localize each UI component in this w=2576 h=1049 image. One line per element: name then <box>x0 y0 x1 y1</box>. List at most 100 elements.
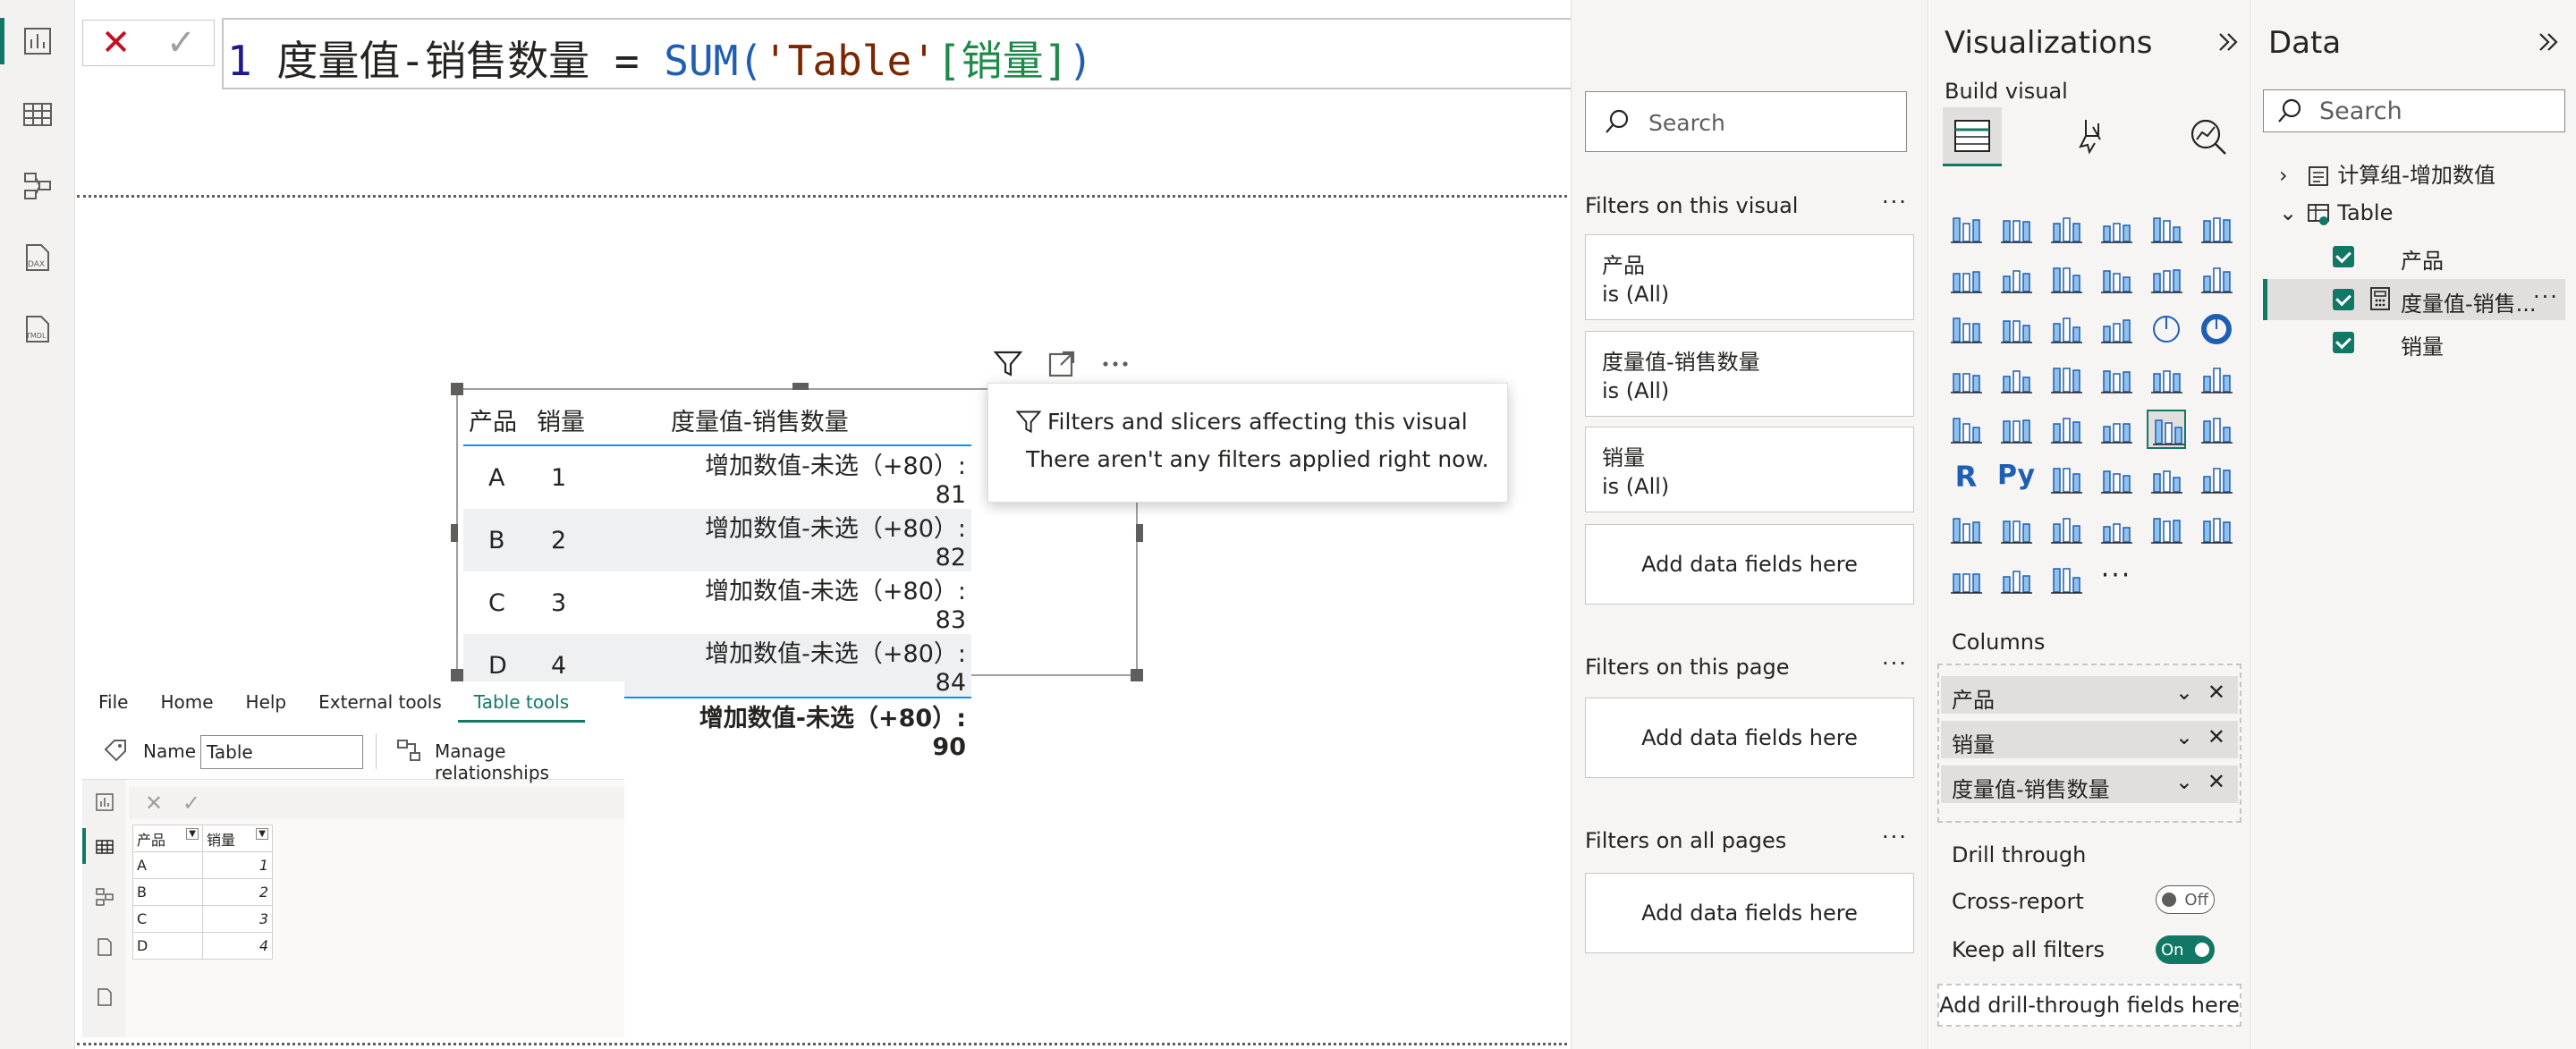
report-view-button[interactable] <box>13 16 63 66</box>
field-label-sales[interactable]: 销量 <box>2401 329 2444 360</box>
decomposition-tree-icon[interactable] <box>2097 460 2136 499</box>
python-visual-icon[interactable]: Py <box>1996 460 2036 499</box>
remove-field-icon[interactable]: ✕ <box>2207 769 2225 794</box>
more-visuals-icon[interactable]: ··· <box>2097 560 2136 599</box>
resize-handle-left[interactable] <box>451 524 458 542</box>
funnel-chart-icon[interactable] <box>2046 309 2086 349</box>
qa-visual-icon[interactable] <box>2147 460 2186 499</box>
remove-field-icon[interactable]: ✕ <box>2207 680 2225 705</box>
commit-formula-button[interactable]: ✓ <box>148 21 214 65</box>
field-label-product[interactable]: 产品 <box>2401 243 2444 275</box>
build-visual-tab[interactable] <box>1943 107 2002 166</box>
table-view-button[interactable] <box>13 89 63 140</box>
tmdl-view-button[interactable]: TMDL <box>13 304 63 354</box>
dax-query-view-button[interactable]: DAX <box>13 233 63 283</box>
table-name-input[interactable]: Table <box>200 735 363 769</box>
matrix-icon[interactable] <box>2197 410 2236 449</box>
collapse-data-button[interactable] <box>2533 27 2563 61</box>
waterfall-chart-icon[interactable] <box>1996 309 2036 349</box>
line-chart-icon[interactable] <box>1946 259 1986 299</box>
filled-map-icon[interactable] <box>2046 360 2086 399</box>
keep-all-filters-toggle[interactable]: On <box>2156 935 2215 964</box>
column-header-measure[interactable]: 度量值-销售数量 <box>665 395 971 446</box>
button-slicer-icon[interactable] <box>2197 510 2236 549</box>
clustered-column-chart-icon[interactable] <box>2097 209 2136 249</box>
grid-cell[interactable]: 4 <box>202 932 273 960</box>
manage-relationships-button[interactable]: Manage relationships <box>435 740 624 783</box>
pie-chart-icon[interactable] <box>2147 309 2186 349</box>
filters-on-page-more-button[interactable]: ··· <box>1882 651 1908 676</box>
chevron-right-icon[interactable]: › <box>2279 163 2299 188</box>
chevron-down-icon[interactable]: ⌄ <box>2279 200 2299 225</box>
kpi-icon[interactable] <box>2046 410 2086 449</box>
field-checkbox-product[interactable] <box>2333 246 2354 267</box>
treemap-icon[interactable] <box>1946 360 1986 399</box>
reference-layer-icon[interactable] <box>2147 510 2186 549</box>
column-field-product[interactable]: 产品 ⌄ ✕ <box>1941 676 2238 714</box>
tab-external-tools[interactable]: External tools <box>302 691 458 713</box>
grid-cell[interactable]: A <box>132 851 203 879</box>
line-stacked-column-chart-icon[interactable] <box>2197 259 2236 299</box>
resize-handle-bottom-right[interactable] <box>1131 669 1143 681</box>
card-icon[interactable] <box>1946 410 1986 449</box>
filters-on-visual-more-button[interactable]: ··· <box>1882 190 1908 215</box>
get-more-visuals-icon[interactable] <box>2046 560 2086 599</box>
100-stacked-bar-chart-icon[interactable] <box>2147 209 2186 249</box>
resize-handle-right[interactable] <box>1136 524 1143 542</box>
narrative-icon[interactable] <box>2197 460 2236 499</box>
collapse-visualizations-button[interactable] <box>2213 27 2243 61</box>
filter-card-measure[interactable]: 度量值-销售数量 is (All) <box>1585 331 1914 417</box>
column-field-sales[interactable]: 销量 ⌄ ✕ <box>1941 721 2238 758</box>
card-new-icon[interactable] <box>2046 510 2086 549</box>
stacked-area-chart-icon[interactable] <box>2046 259 2086 299</box>
slicer-icon[interactable] <box>2097 410 2136 449</box>
column-field-measure[interactable]: 度量值-销售数量 ⌄ ✕ <box>1941 766 2238 803</box>
multi-row-card-icon[interactable] <box>1996 410 2036 449</box>
donut-chart-icon[interactable] <box>2197 309 2236 349</box>
grid-cell[interactable]: 1 <box>202 851 273 879</box>
power-apps-icon[interactable] <box>1946 560 1986 599</box>
azure-map-icon[interactable] <box>2147 360 2186 399</box>
key-influencers-icon[interactable] <box>2046 460 2086 499</box>
r-visual-icon[interactable]: R <box>1946 460 1986 499</box>
field-checkbox-sales[interactable] <box>2333 332 2354 353</box>
cancel-formula-button[interactable]: ✕ <box>83 21 148 65</box>
focus-mode-button[interactable] <box>1045 347 1079 381</box>
field-checkbox-measure[interactable] <box>2333 289 2354 310</box>
filter-card-product[interactable]: 产品 is (All) <box>1585 234 1914 320</box>
area-chart-icon[interactable] <box>1996 259 2036 299</box>
remove-field-icon[interactable]: ✕ <box>2207 724 2225 749</box>
tab-table-tools[interactable]: Table tools <box>457 681 586 723</box>
filters-on-all-pages-more-button[interactable]: ··· <box>1882 825 1908 850</box>
power-automate-icon[interactable] <box>1996 560 2036 599</box>
table-icon[interactable] <box>2147 410 2186 449</box>
filter-dropdown-icon[interactable]: ▼ <box>186 827 199 840</box>
data-search-input[interactable]: Search <box>2263 89 2565 132</box>
drill-through-drop-zone[interactable]: Add drill-through fields here <box>1937 984 2241 1027</box>
column-header-product[interactable]: 产品 <box>463 395 531 446</box>
shape-map-icon[interactable] <box>2097 360 2136 399</box>
column-header-sales[interactable]: 销量 <box>531 395 665 446</box>
resize-handle-top-left[interactable] <box>451 383 463 395</box>
cross-report-toggle[interactable]: Off <box>2156 885 2215 914</box>
clustered-bar-chart-icon[interactable] <box>2046 209 2086 249</box>
scatter-chart-icon[interactable] <box>2097 309 2136 349</box>
more-options-button[interactable] <box>1098 347 1132 381</box>
formula-text[interactable]: 1 度量值-销售数量 = SUM('Table'[销量]) <box>227 29 1093 88</box>
paginated-report-icon[interactable] <box>1996 510 2036 549</box>
add-page-filter-drop-zone[interactable]: Add data fields here <box>1585 698 1914 778</box>
tab-help[interactable]: Help <box>230 691 303 713</box>
format-visual-tab[interactable] <box>2063 107 2122 166</box>
chevron-down-icon[interactable]: ⌄ <box>2175 680 2193 705</box>
chevron-down-icon[interactable]: ⌄ <box>2175 769 2193 794</box>
filter-card-sales[interactable]: 销量 is (All) <box>1585 427 1914 512</box>
grid-cell[interactable]: D <box>132 932 203 960</box>
tab-file[interactable]: File <box>82 691 144 713</box>
visual-filter-button[interactable] <box>991 347 1025 381</box>
add-report-filter-drop-zone[interactable]: Add data fields here <box>1585 873 1914 953</box>
field-more-options-button[interactable]: ··· <box>2533 284 2559 309</box>
grid-cell[interactable]: B <box>132 878 203 906</box>
ribbon-chart-icon[interactable] <box>1946 309 1986 349</box>
tree-item-table[interactable]: ⌄ Table <box>2279 200 2393 226</box>
100-stacked-area-chart-icon[interactable] <box>2097 259 2136 299</box>
